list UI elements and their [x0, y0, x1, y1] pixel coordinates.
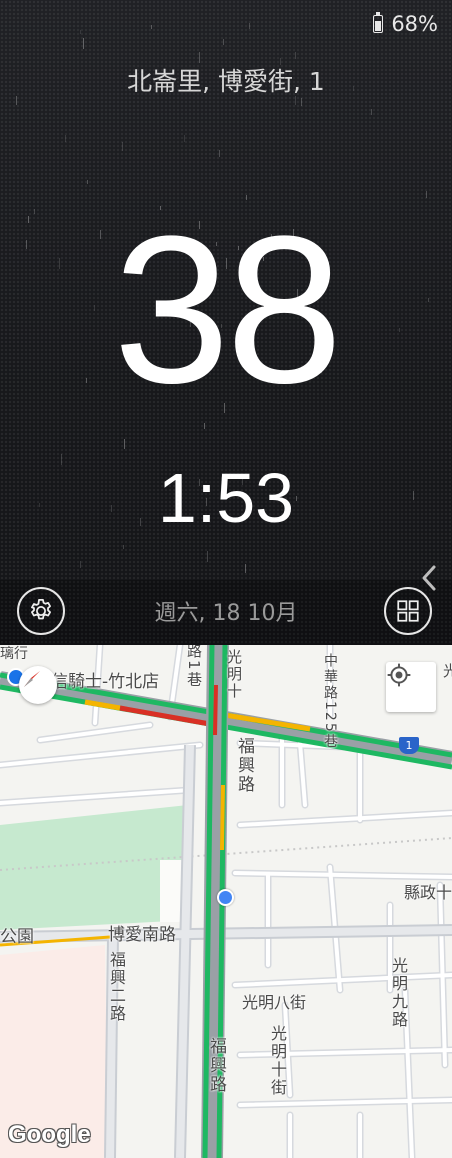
map-label-road: 光明九路 [389, 957, 408, 1029]
rain-streak [371, 109, 372, 115]
my-location-button[interactable] [386, 662, 436, 712]
map-label-road: 福興路 [206, 1037, 226, 1094]
rain-streak [184, 135, 185, 142]
map-label: 光明十 [225, 649, 243, 700]
my-location-icon [387, 663, 411, 687]
rain-streak [223, 39, 224, 45]
gear-icon [31, 599, 51, 620]
rain-streak [249, 23, 250, 29]
current-address: 北崙里, 博愛街, 1 [127, 67, 325, 96]
rain-streak [245, 564, 246, 573]
grid-icon [397, 600, 419, 622]
rain-streak [295, 52, 296, 59]
rain-streak [87, 180, 88, 184]
rain-streak [426, 191, 427, 198]
traffic-line-yellow [220, 784, 225, 851]
map-view[interactable]: 璃行 宏信騎士-竹北店 路1巷 光明十 中華路125巷 光 福興路 縣政十 公園… [0, 645, 452, 1158]
map-label-road: 光明八街 [242, 993, 307, 1012]
rain-streak [207, 551, 208, 562]
map-label-road: 福興路 [234, 737, 254, 794]
rain-streak [65, 135, 66, 142]
speed-dashboard: 68% 北崙里, 博愛街, 1 38 1:53 週六, 18 10月 [0, 0, 452, 645]
map-label: 縣政十 [404, 883, 452, 902]
compass-button[interactable] [19, 666, 57, 704]
rain-streak [301, 98, 302, 106]
map-label: 中華路125巷 [322, 653, 338, 750]
map-label: 路1巷 [185, 645, 203, 689]
rain-streak [83, 38, 84, 49]
status-bar: 68% [373, 12, 438, 36]
app-screen: 68% 北崙里, 博愛街, 1 38 1:53 週六, 18 10月 璃行 宏信… [0, 0, 452, 1158]
rain-streak [122, 142, 123, 151]
rain-streak [151, 25, 152, 29]
traffic-line-red [213, 684, 218, 736]
rain-streak [80, 30, 81, 34]
google-logo: Google [8, 1121, 91, 1148]
map-label-road: 博愛南路 [108, 925, 176, 945]
current-location-dot [217, 889, 234, 906]
map-label: 光 [441, 663, 452, 680]
map-label-park: 公園 [0, 927, 34, 947]
apps-button[interactable] [384, 587, 432, 635]
compass-icon [24, 671, 40, 687]
rain-streak [124, 439, 125, 449]
clock-time: 1:53 [157, 459, 295, 537]
rain-streak [123, 545, 124, 549]
chevron-left-icon[interactable] [418, 563, 440, 593]
battery-icon [373, 12, 384, 33]
settings-button[interactable] [17, 587, 65, 635]
route-shield-badge: 1 [399, 737, 419, 754]
battery-percent: 68% [391, 12, 438, 36]
map-label-road: 福興二路 [107, 951, 126, 1023]
map-label: 璃行 [0, 646, 28, 662]
map-label-road: 光明十街 [268, 1025, 287, 1097]
rain-streak [219, 150, 220, 157]
rain-streak [80, 561, 81, 568]
speed-readout: 38 [113, 192, 343, 427]
